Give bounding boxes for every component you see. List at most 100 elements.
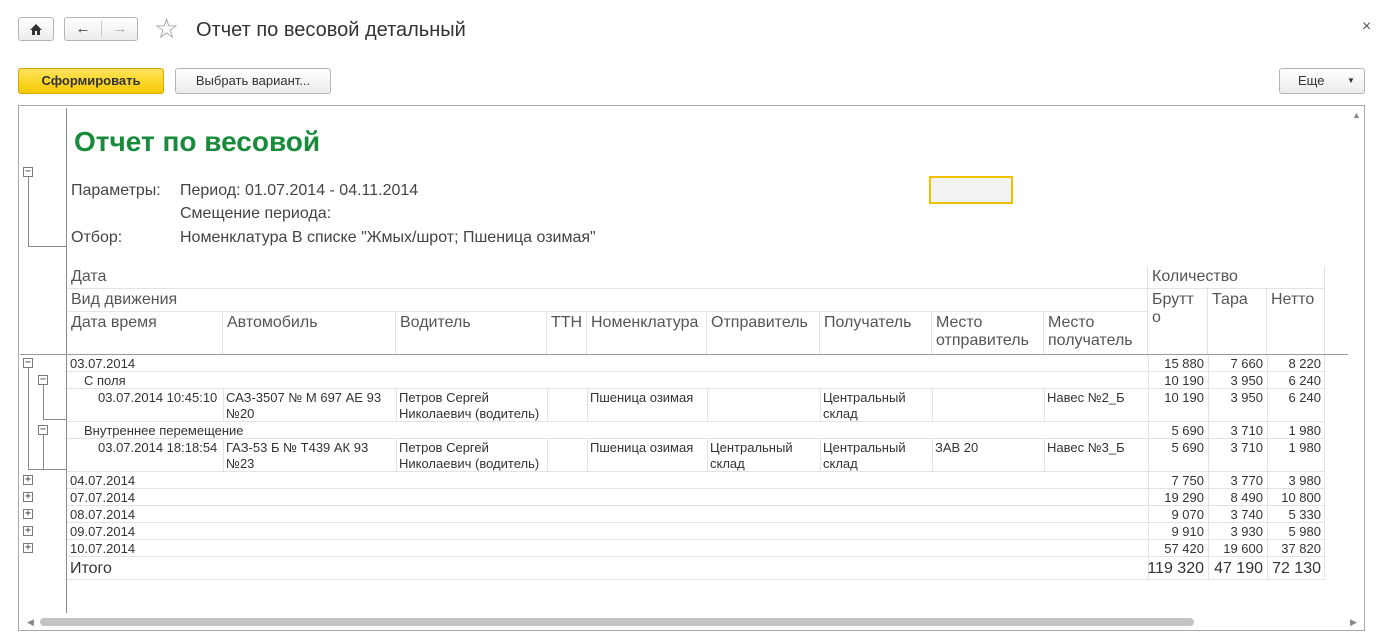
receiver-place-cell: Навес №3_Б (1047, 440, 1125, 455)
nomenclature-cell: Пшеница озимая (590, 440, 694, 455)
header-sender-place: Место отправитель (932, 312, 1044, 355)
home-button[interactable] (18, 17, 54, 41)
sender-cell-line2 (707, 405, 713, 407)
movement-cell: Внутреннее перемещение (84, 423, 244, 438)
date-cell: 03.07.2014 (70, 356, 136, 371)
params-tree-line (28, 177, 66, 247)
header-car: Автомобиль (223, 312, 396, 355)
header-sender-place-line2: отправитель (936, 332, 1029, 349)
back-arrow-icon[interactable]: ← (65, 18, 101, 40)
net-cell: 37 820 (1281, 541, 1321, 556)
gross-cell: 5 690 (1171, 423, 1204, 438)
gross-cell: 9 070 (1171, 507, 1204, 522)
horizontal-scrollbar-thumb[interactable] (40, 618, 1194, 626)
scroll-left-icon[interactable]: ◀ (27, 617, 34, 628)
datetime-cell: 03.07.2014 18:18:54 (98, 440, 218, 455)
header-gross: Брутт о (1148, 289, 1208, 355)
period-shift-label: Смещение периода: (180, 205, 332, 222)
params-label: Параметры: (71, 182, 161, 199)
net-cell: 6 240 (1288, 390, 1321, 405)
home-icon (19, 18, 53, 43)
col-divider (547, 388, 548, 421)
gross-cell: 5 690 (1171, 440, 1204, 455)
tare-cell: 3 950 (1230, 373, 1263, 388)
tare-cell: 3 710 (1230, 423, 1263, 438)
driver-cell-line2: Николаевич (водитель) (399, 406, 540, 421)
car-cell-line2: №23 (226, 456, 255, 471)
tare-cell: 19 600 (1223, 541, 1263, 556)
scroll-right-icon[interactable]: ▶ (1350, 617, 1357, 628)
receiver-cell-line2: склад (823, 456, 858, 471)
expand-row-icon[interactable]: + (23, 526, 33, 536)
gross-cell: 10 190 (1164, 390, 1204, 405)
filter-value: Номенклатура В списке "Жмых/шрот; Пшениц… (180, 229, 596, 246)
gross-cell: 7 750 (1171, 473, 1204, 488)
header-sender-place-line1: Место (936, 314, 983, 331)
header-receiver: Получатель (820, 312, 932, 355)
collapse-row-icon[interactable]: − (38, 425, 48, 435)
collapse-row-icon[interactable]: − (38, 375, 48, 385)
choose-variant-button[interactable]: Выбрать вариант... (175, 68, 331, 94)
date-cell: 09.07.2014 (70, 524, 136, 539)
net-cell: 1 980 (1288, 423, 1321, 438)
expand-row-icon[interactable]: + (23, 509, 33, 519)
expand-row-icon[interactable]: + (23, 543, 33, 553)
more-button[interactable]: Еще ▼ (1279, 68, 1365, 94)
sender-cell-line2: склад (710, 456, 745, 471)
window-title: Отчет по весовой детальный (196, 19, 466, 41)
gross-cell: 15 880 (1164, 356, 1204, 371)
date-cell: 04.07.2014 (70, 473, 136, 488)
header-receiver-place-line1: Место (1048, 314, 1095, 331)
receiver-place-cell: Навес №2_Б (1047, 390, 1125, 405)
dropdown-arrow-icon: ▼ (1347, 76, 1355, 85)
header-tare: Тара (1208, 289, 1267, 355)
header-datetime: Дата время (67, 312, 223, 355)
net-cell: 1 980 (1288, 440, 1321, 455)
total-label: Итого (70, 560, 112, 577)
generate-button[interactable]: Сформировать (18, 68, 164, 94)
row-divider (67, 371, 1325, 372)
gross-cell: 9 910 (1171, 524, 1204, 539)
sender-cell-line1 (707, 389, 713, 391)
datetime-cell: 03.07.2014 10:45:10 (98, 390, 218, 405)
selected-cell[interactable] (929, 176, 1013, 204)
expand-row-icon[interactable]: + (23, 475, 33, 485)
col-divider (547, 438, 548, 471)
movement-cell: С поля (84, 373, 126, 388)
row-divider (67, 505, 1325, 506)
close-icon[interactable]: × (1362, 18, 1371, 36)
tare-cell: 8 490 (1230, 490, 1263, 505)
forward-arrow-icon[interactable]: → (102, 18, 138, 40)
tare-cell: 3 950 (1230, 390, 1263, 405)
row-divider (67, 522, 1325, 523)
sender-place-cell: ЗАВ 20 (935, 440, 979, 455)
driver-cell-line2: Николаевич (водитель) (399, 456, 540, 471)
header-driver: Водитель (396, 312, 547, 355)
favorite-star-icon[interactable]: ☆ (154, 14, 179, 44)
tree-line-group (43, 385, 66, 420)
header-sender: Отправитель (707, 312, 820, 355)
tree-line-group (43, 435, 66, 470)
period-value: Период: 01.07.2014 - 04.11.2014 (180, 182, 419, 199)
date-cell: 07.07.2014 (70, 490, 136, 505)
total-gross: 119 320 (1147, 560, 1204, 577)
collapse-row-icon[interactable]: − (23, 358, 33, 368)
header-net: Нетто (1267, 289, 1325, 355)
scroll-up-icon[interactable]: ▲ (1352, 110, 1361, 120)
tare-cell: 3 930 (1230, 524, 1263, 539)
header-date: Дата (67, 266, 1148, 289)
nomenclature-cell: Пшеница озимая (590, 390, 694, 405)
net-cell: 5 980 (1288, 524, 1321, 539)
total-tare: 47 190 (1214, 560, 1263, 577)
receiver-cell-line2: склад (823, 406, 858, 421)
header-quantity: Количество (1148, 266, 1325, 289)
net-cell: 3 980 (1288, 473, 1321, 488)
header-receiver-place-line2: получатель (1048, 332, 1133, 349)
expand-row-icon[interactable]: + (23, 492, 33, 502)
col-divider (932, 388, 933, 421)
row-divider (67, 488, 1325, 489)
header-gross-line1: Брутт (1152, 291, 1194, 308)
report-title: Отчет по весовой (74, 126, 321, 157)
collapse-params-icon[interactable]: − (23, 167, 33, 177)
row-divider (67, 579, 1325, 580)
